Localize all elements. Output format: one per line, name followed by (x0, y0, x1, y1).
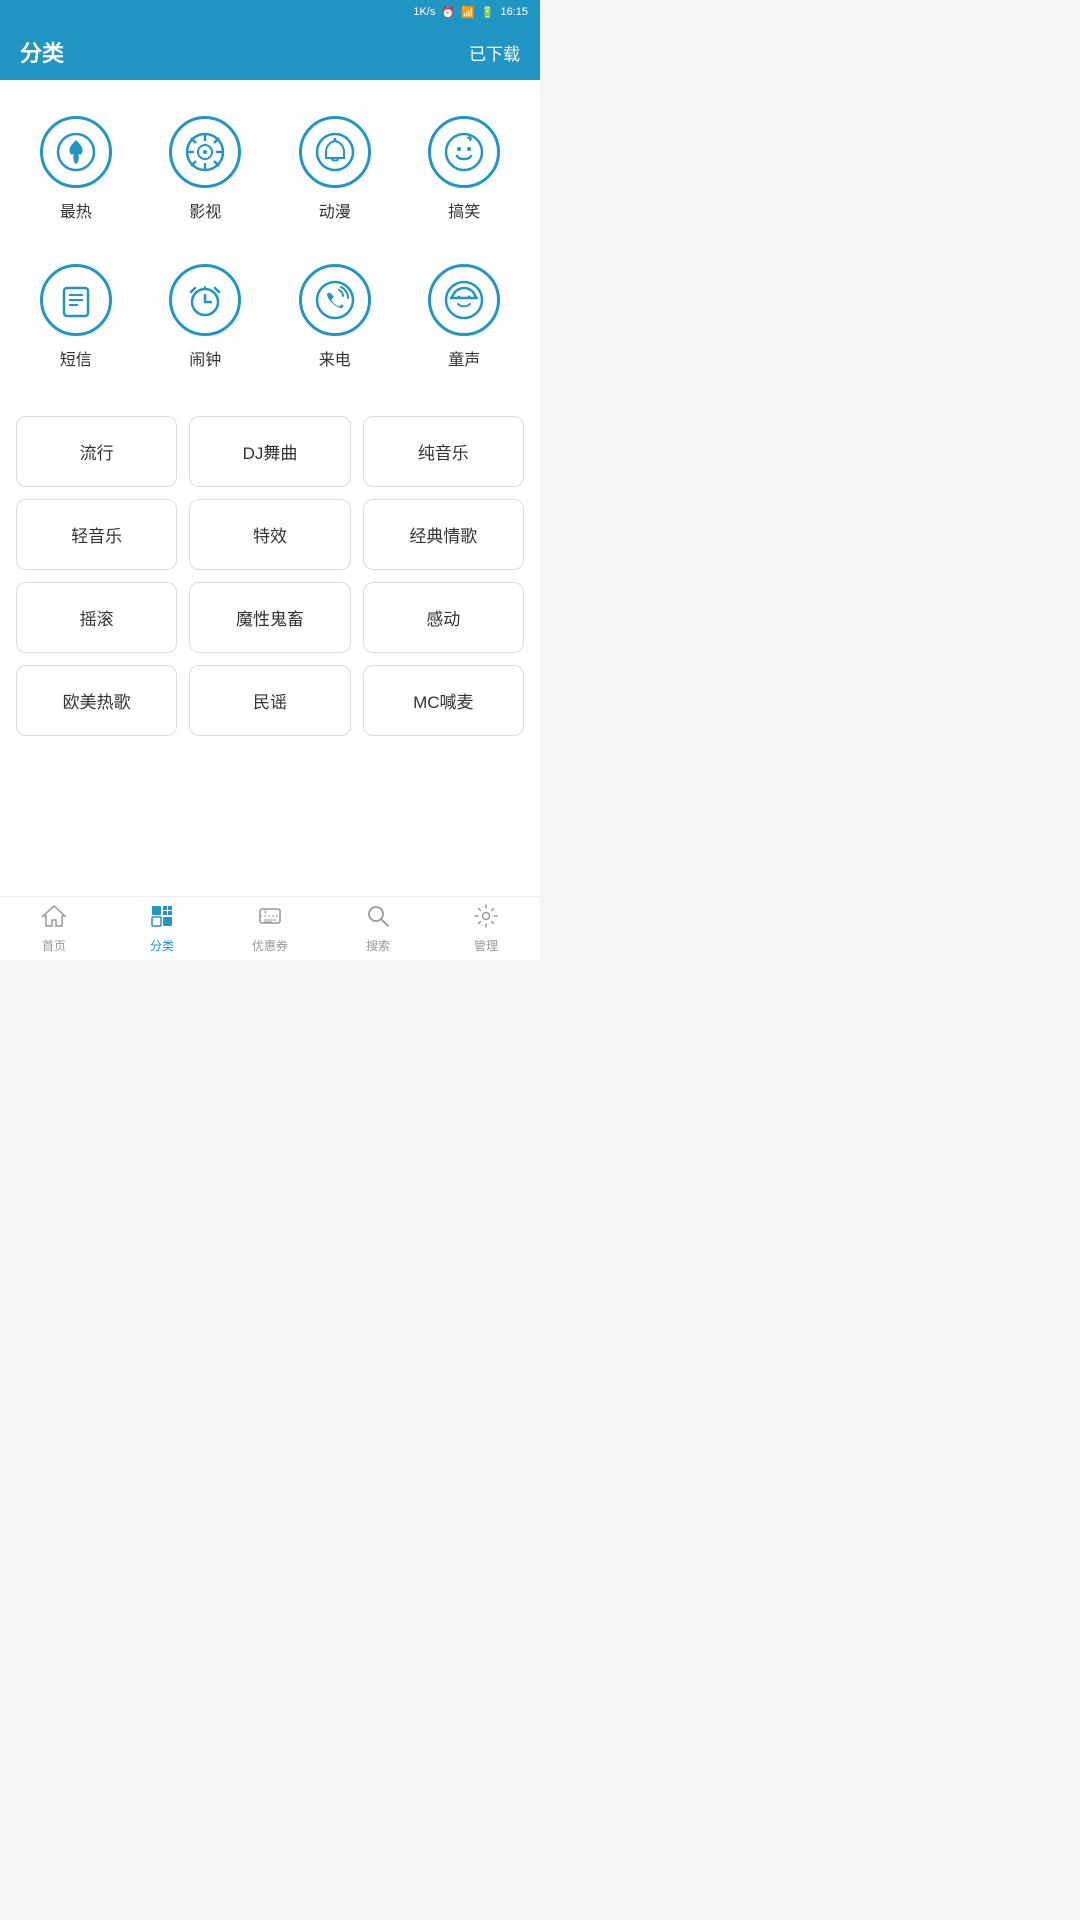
tag-item[interactable]: 纯音乐 (363, 416, 524, 487)
tag-item[interactable]: 经典情歌 (363, 499, 524, 570)
category-sms[interactable]: 短信 (16, 248, 136, 386)
tag-item[interactable]: 摇滚 (16, 582, 177, 653)
funny-icon (428, 116, 500, 188)
nav-manage[interactable]: 管理 (432, 895, 540, 962)
search-nav-label: 搜索 (366, 937, 390, 954)
time-display: 16:15 (500, 6, 528, 18)
icon-category-grid: 最热 影视 (16, 100, 524, 386)
movie-icon (169, 116, 241, 188)
tag-item[interactable]: 感动 (363, 582, 524, 653)
category-call[interactable]: 来电 (275, 248, 395, 386)
nav-home[interactable]: 首页 (0, 895, 108, 962)
nav-coupon[interactable]: ¥ 优惠券 (216, 895, 324, 962)
tag-item[interactable]: 民谣 (189, 665, 350, 736)
category-hot[interactable]: 最热 (16, 100, 136, 238)
category-anime[interactable]: 动漫 (275, 100, 395, 238)
tag-item[interactable]: 轻音乐 (16, 499, 177, 570)
battery-icon: 🔋 (481, 6, 495, 19)
alarm-clock-icon (169, 264, 241, 336)
tag-item[interactable]: DJ舞曲 (189, 416, 350, 487)
child-label: 童声 (448, 346, 480, 370)
tag-item[interactable]: 特效 (189, 499, 350, 570)
funny-label: 搞笑 (448, 198, 480, 222)
nav-search[interactable]: 搜索 (324, 895, 432, 962)
anime-icon (299, 116, 371, 188)
tag-grid: 流行DJ舞曲纯音乐轻音乐特效经典情歌摇滚魔性鬼畜感动欧美热歌民谣MC喊麦 (16, 416, 524, 736)
network-speed: 1K/s (413, 6, 435, 18)
hot-label: 最热 (60, 198, 92, 222)
category-movie[interactable]: 影视 (146, 100, 266, 238)
tag-item[interactable]: 欧美热歌 (16, 665, 177, 736)
nav-category[interactable]: 分类 (108, 895, 216, 962)
category-alarm[interactable]: 闹钟 (146, 248, 266, 386)
call-icon (299, 264, 371, 336)
alarm-icon: ⏰ (441, 6, 455, 19)
category-nav-icon (149, 903, 175, 934)
coupon-nav-label: 优惠券 (252, 937, 288, 954)
page-title: 分类 (20, 36, 64, 68)
wifi-icon: 📶 (461, 6, 475, 19)
status-bar: 1K/s ⏰ 📶 🔋 16:15 (0, 0, 540, 24)
sms-label: 短信 (60, 346, 92, 370)
manage-nav-icon (473, 903, 499, 934)
header: 分类 已下载 (0, 24, 540, 80)
category-funny[interactable]: 搞笑 (405, 100, 525, 238)
sms-icon (40, 264, 112, 336)
anime-label: 动漫 (319, 198, 351, 222)
alarm-label: 闹钟 (189, 346, 221, 370)
category-nav-label: 分类 (150, 937, 174, 954)
svg-text:¥: ¥ (264, 910, 267, 916)
tag-item[interactable]: MC喊麦 (363, 665, 524, 736)
home-nav-label: 首页 (42, 937, 66, 954)
tag-item[interactable]: 魔性鬼畜 (189, 582, 350, 653)
child-icon (428, 264, 500, 336)
manage-nav-label: 管理 (474, 937, 498, 954)
main-content: 最热 影视 (0, 80, 540, 896)
downloaded-button[interactable]: 已下载 (469, 40, 520, 65)
coupon-nav-icon: ¥ (257, 903, 283, 934)
home-nav-icon (41, 903, 67, 934)
movie-label: 影视 (189, 198, 221, 222)
bottom-nav: 首页 分类 ¥ 优惠券 (0, 896, 540, 960)
category-child[interactable]: 童声 (405, 248, 525, 386)
hot-icon (40, 116, 112, 188)
search-nav-icon (365, 903, 391, 934)
tag-item[interactable]: 流行 (16, 416, 177, 487)
call-label: 来电 (319, 346, 351, 370)
